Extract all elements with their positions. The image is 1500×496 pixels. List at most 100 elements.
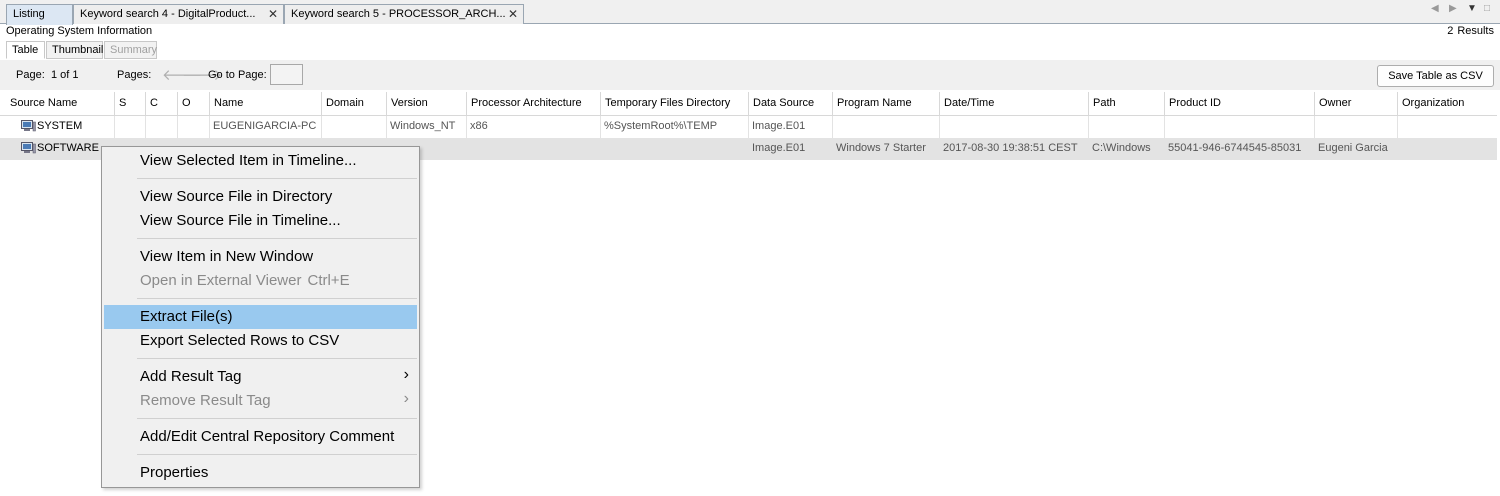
cell-s bbox=[115, 116, 146, 138]
tab-label: Keyword search 4 - DigitalProduct... bbox=[80, 8, 256, 20]
section-title: Operating System Information bbox=[6, 25, 153, 37]
cell-c bbox=[146, 116, 178, 138]
cell-product-id: 55041-946-6744545-85031 bbox=[1165, 138, 1315, 160]
menu-item-add-result-tag[interactable]: Add Result Tag › bbox=[104, 365, 417, 389]
cell-temp-dir: %SystemRoot%\TEMP bbox=[601, 116, 749, 138]
menu-item-label: Extract File(s) bbox=[140, 308, 233, 325]
cell-organization bbox=[1398, 138, 1497, 160]
page-label: Page: bbox=[16, 69, 45, 81]
menu-item-export-rows-csv[interactable]: Export Selected Rows to CSV bbox=[104, 329, 417, 353]
cell-domain bbox=[322, 116, 387, 138]
column-header-owner[interactable]: Owner bbox=[1315, 92, 1398, 116]
cell-source-name: SYSTEM bbox=[17, 116, 115, 138]
results-number: 2 bbox=[1447, 25, 1454, 37]
goto-page-input[interactable] bbox=[270, 64, 303, 85]
cell-o bbox=[178, 116, 210, 138]
cell-path: C:\Windows bbox=[1089, 138, 1165, 160]
close-icon[interactable]: ✕ bbox=[268, 7, 278, 21]
menu-item-view-in-timeline[interactable]: View Selected Item in Timeline... bbox=[104, 149, 417, 173]
column-header-s[interactable]: S bbox=[115, 92, 146, 116]
tab-label: Table bbox=[12, 44, 39, 56]
tab-listing[interactable]: Listing bbox=[6, 4, 73, 25]
page-value: 1 of 1 bbox=[51, 69, 79, 81]
cell-date-time: 2017-08-30 19:38:51 CEST bbox=[940, 138, 1089, 160]
menu-item-open-external-viewer: Open in External Viewer Ctrl+E bbox=[104, 269, 417, 293]
menu-item-label: View Source File in Directory bbox=[140, 188, 333, 205]
paging-toolbar: Page: 1 of 1 Pages: 🡐 🡒 Go to Page: Save… bbox=[0, 60, 1500, 90]
close-icon[interactable]: ✕ bbox=[508, 7, 518, 21]
column-header-domain[interactable]: Domain bbox=[322, 92, 387, 116]
goto-page-label: Go to Page: bbox=[208, 69, 267, 81]
menu-item-label: View Item in New Window bbox=[140, 248, 314, 265]
tab-label: Summary bbox=[110, 44, 158, 56]
menu-item-label: View Selected Item in Timeline... bbox=[140, 152, 357, 169]
scroll-left-icon[interactable]: ◀ bbox=[1431, 3, 1439, 14]
column-header-version[interactable]: Version bbox=[387, 92, 467, 116]
menu-separator bbox=[137, 454, 417, 455]
tab-label: Thumbnail bbox=[52, 44, 104, 56]
column-header-path[interactable]: Path bbox=[1089, 92, 1165, 116]
cell-product-id bbox=[1165, 116, 1315, 138]
column-header-program-name[interactable]: Program Name bbox=[833, 92, 940, 116]
tab-keyword-search-4[interactable]: Keyword search 4 - DigitalProduct... ✕ bbox=[73, 4, 284, 24]
table-row[interactable]: SYSTEM EUGENIGARCIA-PC Windows_NT x86 %S… bbox=[0, 116, 1497, 138]
cell-data-source: Image.E01 bbox=[749, 116, 833, 138]
menu-separator bbox=[137, 178, 417, 179]
cell-program-name: Windows 7 Starter bbox=[833, 138, 940, 160]
menu-separator bbox=[137, 238, 417, 239]
column-header-o[interactable]: O bbox=[178, 92, 210, 116]
document-tab-strip: Listing Keyword search 4 - DigitalProduc… bbox=[0, 0, 1500, 25]
menu-item-label: Open in External Viewer bbox=[140, 272, 302, 289]
menu-item-label: Remove Result Tag bbox=[140, 392, 271, 409]
submenu-arrow-icon: › bbox=[403, 366, 409, 383]
column-header-temp-dir[interactable]: Temporary Files Directory bbox=[601, 92, 749, 116]
menu-item-label: Add/Edit Central Repository Comment bbox=[140, 428, 395, 445]
restore-window-icon[interactable]: □ bbox=[1484, 3, 1490, 14]
pages-label: Pages: bbox=[117, 69, 152, 81]
column-header-date-time[interactable]: Date/Time bbox=[940, 92, 1089, 116]
menu-item-label: Properties bbox=[140, 464, 209, 481]
tab-thumbnail[interactable]: Thumbnail bbox=[46, 41, 103, 59]
cell-owner bbox=[1315, 116, 1398, 138]
column-header-c[interactable]: C bbox=[146, 92, 178, 116]
menu-item-view-source-timeline[interactable]: View Source File in Timeline... bbox=[104, 209, 417, 233]
cell-temp-dir bbox=[601, 138, 749, 160]
tab-label: Listing bbox=[13, 8, 45, 20]
menu-item-view-source-directory[interactable]: View Source File in Directory bbox=[104, 185, 417, 209]
cell-name: EUGENIGARCIA-PC bbox=[210, 116, 322, 138]
table-header: Source Name S C O Name Domain Version Pr… bbox=[0, 92, 1497, 116]
cell-program-name bbox=[833, 116, 940, 138]
column-header-source-name[interactable]: Source Name bbox=[6, 92, 115, 116]
cell-path bbox=[1089, 116, 1165, 138]
menu-separator bbox=[137, 358, 417, 359]
tab-table[interactable]: Table bbox=[6, 41, 45, 59]
cell-date-time bbox=[940, 116, 1089, 138]
results-count: 2 Results bbox=[1443, 25, 1494, 37]
tab-keyword-search-5[interactable]: Keyword search 5 - PROCESSOR_ARCH... ✕ bbox=[284, 4, 524, 24]
menu-item-properties[interactable]: Properties bbox=[104, 461, 417, 485]
context-menu: View Selected Item in Timeline... View S… bbox=[101, 146, 420, 488]
menu-item-remove-result-tag: Remove Result Tag › bbox=[104, 389, 417, 413]
menu-item-shortcut: Ctrl+E bbox=[307, 272, 350, 289]
menu-separator bbox=[137, 418, 417, 419]
menu-item-view-new-window[interactable]: View Item in New Window bbox=[104, 245, 417, 269]
scroll-right-icon[interactable]: ▶ bbox=[1449, 3, 1457, 14]
column-header-data-source[interactable]: Data Source bbox=[749, 92, 833, 116]
cell-owner: Eugeni Garcia bbox=[1315, 138, 1398, 160]
column-header-product-id[interactable]: Product ID bbox=[1165, 92, 1315, 116]
cell-data-source: Image.E01 bbox=[749, 138, 833, 160]
save-table-csv-button[interactable]: Save Table as CSV bbox=[1377, 65, 1494, 87]
menu-item-central-repository-comment[interactable]: Add/Edit Central Repository Comment bbox=[104, 425, 417, 449]
menu-item-extract-files[interactable]: Extract File(s) bbox=[104, 305, 417, 329]
tab-list-dropdown-icon[interactable]: ▼ bbox=[1467, 3, 1477, 14]
cell-organization bbox=[1398, 116, 1497, 138]
cell-processor-architecture bbox=[467, 138, 601, 160]
menu-separator bbox=[137, 298, 417, 299]
tab-summary: Summary bbox=[104, 41, 157, 59]
results-label: Results bbox=[1457, 25, 1494, 37]
cell-version: Windows_NT bbox=[387, 116, 467, 138]
column-header-organization[interactable]: Organization bbox=[1398, 92, 1497, 116]
menu-item-label: Export Selected Rows to CSV bbox=[140, 332, 340, 349]
column-header-processor-architecture[interactable]: Processor Architecture bbox=[467, 92, 601, 116]
column-header-name[interactable]: Name bbox=[210, 92, 322, 116]
